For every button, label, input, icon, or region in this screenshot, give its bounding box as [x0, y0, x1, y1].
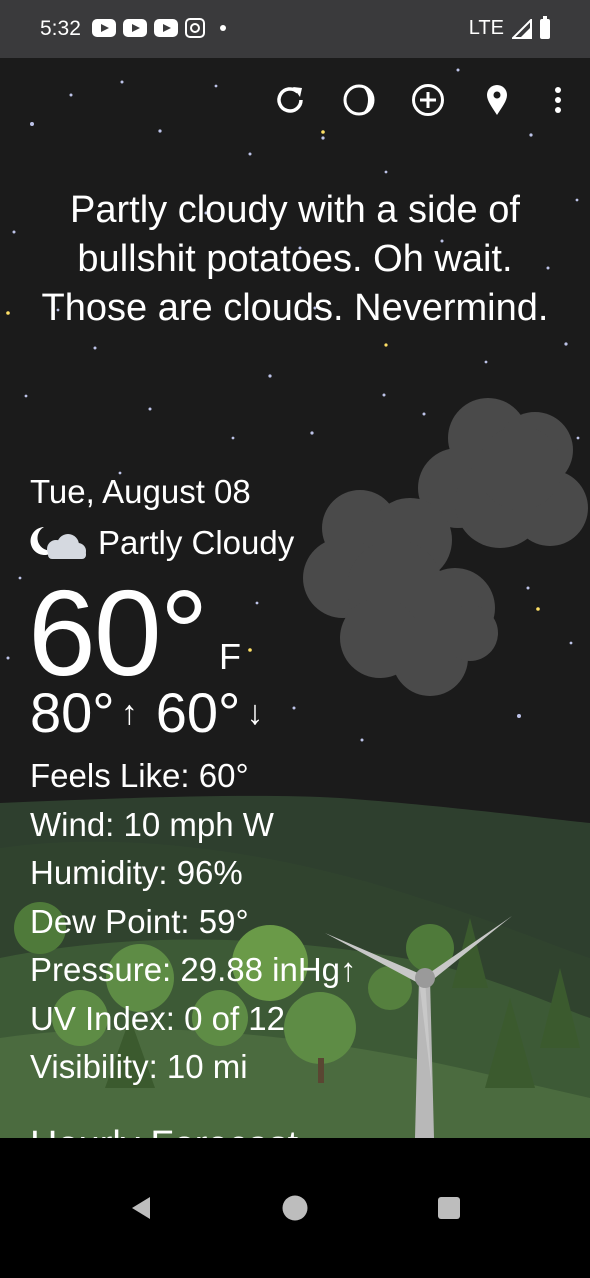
low-arrow-icon: ↓ [246, 694, 264, 732]
wind: Wind: 10 mph W [30, 805, 274, 843]
system-icons: LTE [468, 15, 550, 40]
feels-like: Feels Like: 60° [30, 757, 249, 794]
back-icon [132, 1197, 150, 1219]
low-temperature: 60° [155, 681, 241, 744]
weather-quip: Partly cloudy with a side of bullshit po… [41, 189, 549, 329]
refresh-button[interactable] [270, 80, 310, 120]
clouds [303, 398, 588, 696]
location-pin-icon [487, 85, 507, 115]
signal-icon [512, 18, 532, 39]
high-arrow-icon: ↑ [120, 694, 138, 732]
partly-cloudy-night-icon [30, 527, 86, 559]
weather-screen: Partly cloudy with a side of bullshit po… [0, 58, 590, 1138]
youtube-icon [123, 19, 147, 37]
refresh-icon [277, 87, 303, 113]
battery-icon [540, 15, 550, 39]
home-icon [282, 1195, 308, 1221]
instagram-icon [185, 18, 205, 38]
uv-index: UV Index: 0 of 12 [30, 999, 285, 1037]
add-location-button[interactable] [408, 80, 448, 120]
back-button[interactable] [123, 1190, 159, 1226]
location-button[interactable] [477, 80, 517, 120]
navigation-bar [0, 1138, 590, 1278]
toolbar [0, 80, 590, 120]
status-time: 5:32 [40, 17, 81, 40]
network-type: LTE [468, 17, 504, 39]
overflow-menu-icon [555, 87, 561, 113]
youtube-icon [92, 19, 116, 37]
condition-row: Partly Cloudy [30, 523, 294, 563]
condition-label: Partly Cloudy [98, 524, 295, 561]
overflow-menu-button[interactable] [538, 80, 578, 120]
youtube-icon [154, 19, 178, 37]
pressure: Pressure: 29.88 inHg↑ [30, 951, 357, 988]
dew-point: Dew Point: 59° [30, 902, 249, 940]
recents-icon [438, 1197, 460, 1219]
humidity: Humidity: 96% [30, 854, 243, 891]
visibility: Visibility: 10 mi [30, 1048, 248, 1085]
hourly-forecast-title: Hourly Forecast [30, 1124, 298, 1138]
moon-phase-button[interactable] [339, 80, 379, 120]
home-button[interactable] [277, 1190, 313, 1226]
recents-button[interactable] [431, 1190, 467, 1226]
high-low-temperature: 80° ↑ 60° ↓ [30, 680, 281, 746]
high-temperature: 80° [30, 681, 115, 744]
moon-phase-icon [343, 84, 375, 116]
temperature-unit: F [219, 636, 241, 677]
forecast-date: Tue, August 08 [30, 473, 251, 510]
status-bar: 5:32 LTE [0, 0, 590, 58]
notification-dot-icon [220, 25, 226, 31]
add-location-icon [412, 84, 444, 116]
weather-details: Feels Like: 60° Wind: 10 mph W Humidity:… [30, 752, 357, 1092]
notification-icons [92, 18, 226, 38]
